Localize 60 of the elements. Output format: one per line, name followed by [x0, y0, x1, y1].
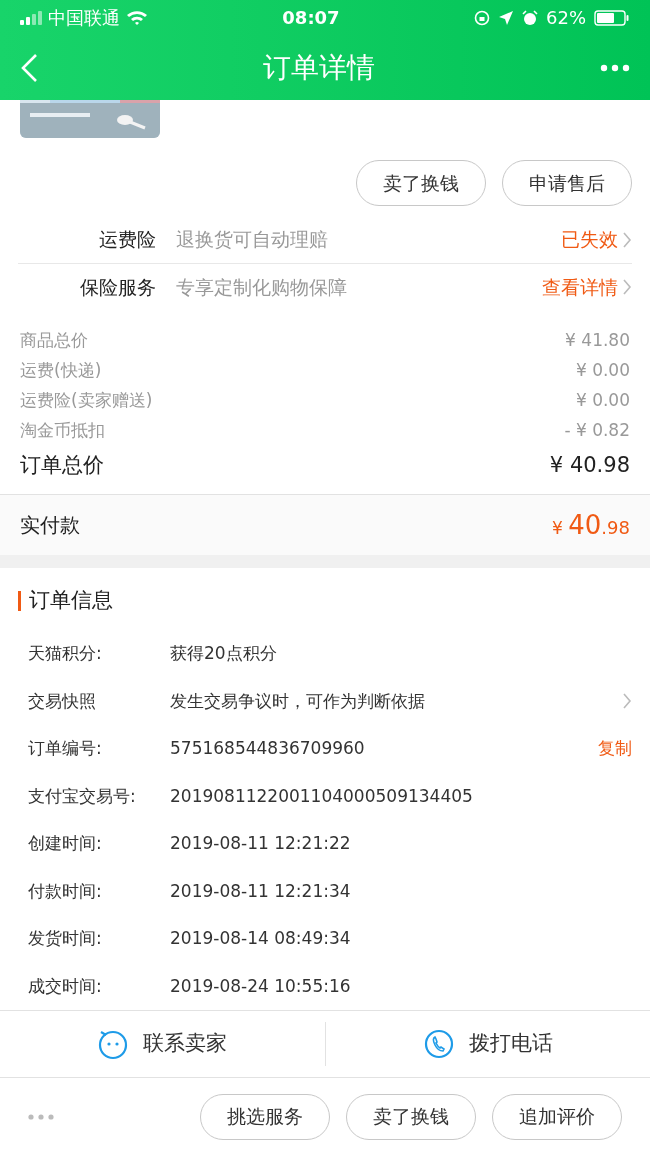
signal-icon — [20, 10, 42, 25]
price-label: 运费(快递) — [20, 359, 102, 383]
service-label: 保险服务 — [79, 274, 156, 300]
total-label: 订单总价 — [20, 452, 104, 480]
info-label: 成交时间: — [28, 974, 103, 998]
action-button[interactable]: 卖了换钱 — [356, 160, 486, 206]
action-button[interactable]: 卖了换钱 — [346, 1093, 476, 1140]
price-value: ¥ 0.00 — [575, 359, 630, 383]
service-status[interactable]: 查看详情 — [542, 272, 618, 302]
paid-amount: ¥ 40.98 — [552, 508, 630, 542]
contact-button[interactable]: 联系卖家 — [97, 1028, 228, 1060]
section-title: 订单信息 — [29, 587, 113, 615]
carrier-name: 中国联通 — [48, 6, 120, 30]
location-arrow-icon — [498, 9, 514, 26]
phone-icon — [422, 1028, 455, 1060]
price-value: - ¥ 0.82 — [564, 419, 630, 443]
info-label: 发货时间: — [28, 927, 103, 950]
more-icon[interactable] — [28, 1113, 54, 1120]
chevron-right-icon — [622, 230, 632, 249]
info-value: 2019-08-24 10:55:16 — [170, 974, 352, 998]
info-value: 2019-08-14 08:49:34 — [170, 927, 352, 950]
info-value: 2019-08-11 12:21:34 — [170, 879, 352, 903]
action-button[interactable]: 追加评价 — [492, 1093, 622, 1140]
info-value: 575168544836709960 — [170, 737, 366, 760]
action-button[interactable]: 申请售后 — [502, 160, 632, 206]
contact-button[interactable]: 拨打电话 — [422, 1028, 553, 1060]
info-label: 交易快照 — [28, 689, 97, 713]
chevron-right-icon — [622, 278, 632, 296]
info-value: 2019081122001104000509134405 — [170, 784, 474, 808]
info-label: 支付宝交易号: — [28, 784, 137, 808]
more-icon[interactable] — [600, 63, 630, 72]
price-label: 运费险(卖家赠送) — [20, 389, 153, 413]
price-value: ¥ 0.00 — [575, 389, 630, 413]
title-accent-bar — [18, 591, 21, 611]
page-title: 订单详情 — [263, 49, 375, 86]
action-button[interactable]: 挑选服务 — [200, 1093, 330, 1140]
info-value: 发生交易争议时，可作为判断依据 — [170, 689, 426, 713]
info-label: 天猫积分: — [28, 642, 103, 665]
back-icon[interactable] — [20, 52, 38, 83]
service-description: 专享定制化购物保障 — [176, 274, 348, 300]
info-value: 2019-08-11 12:21:22 — [170, 832, 352, 855]
alarm-icon — [522, 9, 538, 26]
copy-link[interactable]: 复制 — [598, 736, 632, 762]
rotation-lock-icon — [474, 9, 490, 26]
clock-time: 08:07 — [282, 6, 340, 30]
info-label: 订单编号: — [28, 737, 103, 760]
total-value: ¥ 40.98 — [549, 452, 630, 480]
wifi-icon — [126, 9, 148, 26]
paid-label: 实付款 — [20, 512, 80, 540]
price-label: 商品总价 — [20, 329, 88, 353]
info-label: 创建时间: — [28, 832, 103, 855]
price-value: ¥ 41.80 — [565, 329, 630, 353]
service-description: 退换货可自动理赔 — [176, 227, 329, 253]
info-label: 付款时间: — [28, 879, 103, 903]
battery-percent: 62% — [546, 6, 586, 30]
battery-icon — [594, 9, 630, 26]
info-value: 获得20点积分 — [170, 642, 278, 665]
price-label: 淘金币抵扣 — [20, 419, 105, 443]
service-label: 运费险 — [98, 227, 156, 253]
chat-face-icon — [97, 1028, 130, 1060]
